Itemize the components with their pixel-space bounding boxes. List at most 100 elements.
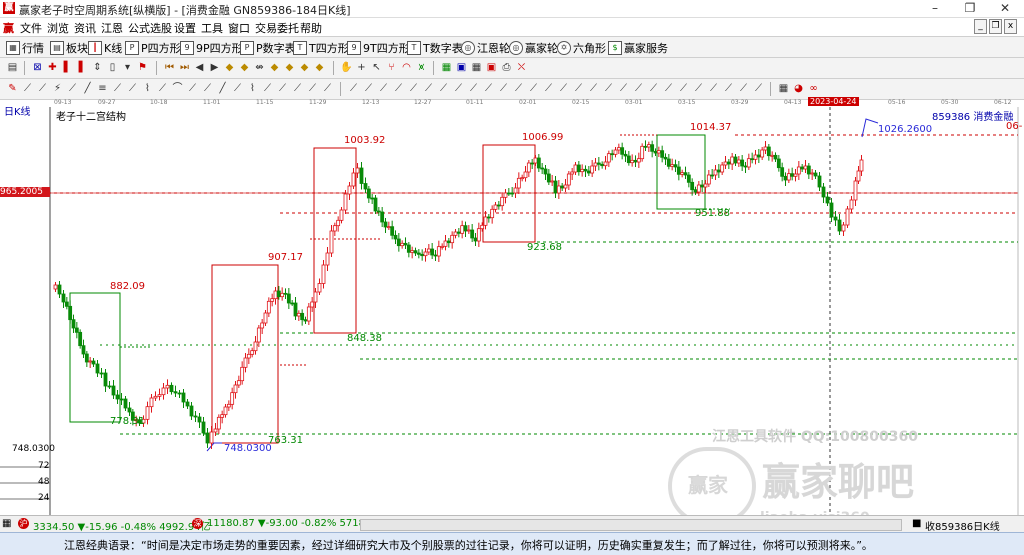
bar-down-icon[interactable]: ▌ <box>76 61 89 74</box>
menu-news[interactable]: 资讯 <box>74 20 96 36</box>
tool-icon-41[interactable]: ⟋ <box>632 82 645 95</box>
save-icon[interactable]: ▣ <box>455 61 468 74</box>
cross-cursor-icon[interactable]: ✚ <box>46 61 59 74</box>
print-icon[interactable]: ⎙ <box>500 61 513 74</box>
tool-icon-35[interactable]: ⟋ <box>542 82 555 95</box>
bar-width-icon[interactable]: ⇕ <box>91 61 104 74</box>
tool-icon-38[interactable]: ⟋ <box>587 82 600 95</box>
tool-icon-31[interactable]: ⟋ <box>482 82 495 95</box>
toolbar-9p-square-button[interactable]: 9 9P四方形 <box>180 40 243 56</box>
tool-icon-25[interactable]: ⟋ <box>392 82 405 95</box>
menu-file[interactable]: 文件 <box>20 20 42 36</box>
fib-icon[interactable]: ⩙ <box>415 61 428 74</box>
tool-icon-8[interactable]: ⟋ <box>126 82 139 95</box>
chevron-down-icon[interactable]: ▾ <box>121 61 134 74</box>
tool-icon-28[interactable]: ⟋ <box>437 82 450 95</box>
tool-icon-19[interactable]: ⟋ <box>291 82 304 95</box>
tool-icon-36[interactable]: ⟋ <box>557 82 570 95</box>
bar-up-icon[interactable]: ▌ <box>61 61 74 74</box>
split-icon[interactable]: ⇎ <box>253 61 266 74</box>
forward-icon[interactable]: ▶ <box>208 61 221 74</box>
bookmark-icon[interactable]: ⛌ <box>515 61 528 74</box>
tool-icon-9[interactable]: ⌇ <box>141 82 154 95</box>
toolbar-t-square-button[interactable]: T T四方形 <box>293 40 349 56</box>
tool-icon-32[interactable]: ⟋ <box>497 82 510 95</box>
tool-icon-43[interactable]: ⟋ <box>662 82 675 95</box>
toolbar-p-number-table-button[interactable]: P P数字表 <box>240 40 296 56</box>
index-icon[interactable]: ▦ <box>2 518 11 529</box>
tool-icon-30[interactable]: ⟋ <box>467 82 480 95</box>
layout-icon[interactable]: ▤ <box>6 61 19 74</box>
image-icon[interactable]: ▣ <box>485 61 498 74</box>
tool-icon-47[interactable]: ⟋ <box>722 82 735 95</box>
tool-icon-14[interactable]: ╱ <box>216 82 229 95</box>
diamond-icon-4[interactable]: ◆ <box>283 61 296 74</box>
menu-gann[interactable]: 江恩 <box>101 20 123 36</box>
tool-icon-46[interactable]: ⟋ <box>707 82 720 95</box>
shanghai-index-quote[interactable]: 3334.50 ▼-15.96 -0.48% 4992.94亿 <box>33 518 211 533</box>
diamond-icon-2[interactable]: ◆ <box>238 61 251 74</box>
toolbar-t-number-table-button[interactable]: T T数字表 <box>407 40 463 56</box>
pointer-icon[interactable]: ↖ <box>370 61 383 74</box>
tool-icon-37[interactable]: ⟋ <box>572 82 585 95</box>
mdi-restore-button[interactable]: ❐ <box>989 19 1002 34</box>
horizontal-scrollbar[interactable] <box>360 519 902 531</box>
tool-icon-45[interactable]: ⟋ <box>692 82 705 95</box>
prev-icon[interactable]: ◀ <box>193 61 206 74</box>
next-icon[interactable]: ⏭ <box>178 61 191 74</box>
infinity-icon[interactable]: ∞ <box>807 82 820 95</box>
tool-icon-23[interactable]: ⟋ <box>362 82 375 95</box>
zoom-icon[interactable]: ⊠ <box>31 61 44 74</box>
toolbar-winner-service-button[interactable]: $ 赢家服务 <box>608 40 668 56</box>
shenzhen-index-quote[interactable]: 11180.87 ▼-93.00 -0.82% 5718.88 <box>207 518 381 529</box>
table-icon[interactable]: ▦ <box>470 61 483 74</box>
tool-icon-40[interactable]: ⟋ <box>617 82 630 95</box>
candle-icon[interactable]: ▯ <box>106 61 119 74</box>
diamond-icon-6[interactable]: ◆ <box>313 61 326 74</box>
tool-icon-39[interactable]: ⟋ <box>602 82 615 95</box>
menu-app-icon[interactable]: 赢 <box>3 20 14 36</box>
tool-icon-34[interactable]: ⟋ <box>527 82 540 95</box>
diamond-icon[interactable]: ◆ <box>223 61 236 74</box>
hand-icon[interactable]: ✋ <box>340 61 353 74</box>
first-icon[interactable]: ⏮ <box>163 61 176 74</box>
grid-toggle-icon[interactable]: ▦ <box>777 82 790 95</box>
tool-icon-12[interactable]: ⟋ <box>186 82 199 95</box>
tool-icon-10[interactable]: ⟋ <box>156 82 169 95</box>
tool-icon-27[interactable]: ⟋ <box>422 82 435 95</box>
ruler-icon[interactable]: ▦ <box>440 61 453 74</box>
tool-icon-49[interactable]: ⟋ <box>752 82 765 95</box>
mdi-minimize-button[interactable]: _ <box>974 19 987 34</box>
toolbar-p-square-button[interactable]: P P四方形 <box>125 40 181 56</box>
minimize-button[interactable]: – <box>920 0 950 17</box>
toolbar-sector-button[interactable]: ▤ 板块 <box>50 40 88 56</box>
arc-icon[interactable]: ◠ <box>400 61 413 74</box>
period-label[interactable]: 日K线 <box>4 103 31 118</box>
toolbar-quote-button[interactable]: ▦ 行情 <box>6 40 44 56</box>
crosshair-icon[interactable]: + <box>355 61 368 74</box>
tool-icon-13[interactable]: ⟋ <box>201 82 214 95</box>
tool-icon-24[interactable]: ⟋ <box>377 82 390 95</box>
menu-trade[interactable]: 交易委托 <box>255 20 299 36</box>
tool-icon-5[interactable]: ╱ <box>81 82 94 95</box>
menu-tools[interactable]: 工具 <box>201 20 223 36</box>
menu-window[interactable]: 窗口 <box>228 20 250 36</box>
menu-formula-select[interactable]: 公式选股 <box>128 20 172 36</box>
kline-chart[interactable]: 日K线 老子十二宫结构 859386 消费金融 06- 965.2005 748… <box>0 107 1024 526</box>
tool-icon-17[interactable]: ⟋ <box>261 82 274 95</box>
diamond-icon-3[interactable]: ◆ <box>268 61 281 74</box>
maximize-button[interactable]: ❐ <box>955 0 985 17</box>
toolbar-kline-button[interactable]: ┃ K线 <box>88 40 122 56</box>
mdi-close-button[interactable]: x <box>1004 19 1017 34</box>
tool-icon-21[interactable]: ⟋ <box>321 82 334 95</box>
tool-icon-26[interactable]: ⟋ <box>407 82 420 95</box>
tool-icon-33[interactable]: ⟋ <box>512 82 525 95</box>
close-button[interactable]: ✕ <box>990 0 1020 17</box>
tool-icon-3[interactable]: ⚡ <box>51 82 64 95</box>
toolbar-winner-wheel-button[interactable]: ◎ 赢家轮 <box>509 40 558 56</box>
diamond-icon-5[interactable]: ◆ <box>298 61 311 74</box>
tool-icon-11[interactable]: ⌒ <box>171 82 184 95</box>
tool-icon-22[interactable]: ⟋ <box>347 82 360 95</box>
color-wheel-icon[interactable]: ◕ <box>792 82 805 95</box>
tool-icon-7[interactable]: ⟋ <box>111 82 124 95</box>
